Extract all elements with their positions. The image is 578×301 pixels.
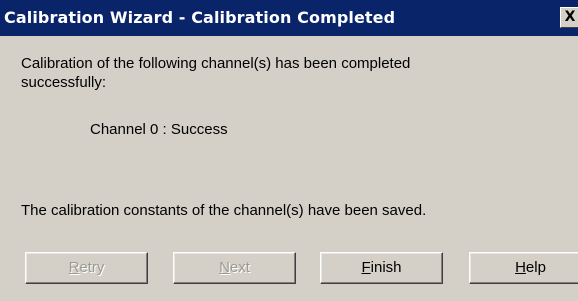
- title-bar[interactable]: Calibration Wizard - Calibration Complet…: [0, 0, 578, 36]
- retry-accelerator: R: [68, 259, 80, 276]
- next-label: ext: [229, 259, 250, 276]
- next-button[interactable]: Next: [173, 252, 296, 284]
- retry-label: etry: [79, 259, 105, 276]
- saved-message: The calibration constants of the channel…: [21, 202, 427, 219]
- close-icon: X: [564, 9, 576, 25]
- next-accelerator: N: [219, 259, 230, 276]
- help-button[interactable]: Help: [469, 252, 578, 284]
- help-accelerator: H: [515, 259, 526, 276]
- completion-message-line1: Calibration of the following channel(s) …: [21, 55, 411, 72]
- channel-status: Channel 0 : Success: [90, 121, 228, 138]
- window-title: Calibration Wizard - Calibration Complet…: [4, 8, 396, 27]
- finish-accelerator: F: [361, 259, 371, 276]
- calibration-wizard-dialog: Calibration Wizard - Calibration Complet…: [0, 0, 578, 301]
- close-button[interactable]: X: [560, 7, 578, 28]
- help-label: elp: [525, 259, 546, 276]
- completion-message-line2: successfully:: [21, 74, 107, 91]
- finish-button[interactable]: Finish: [320, 252, 443, 284]
- retry-button[interactable]: Retry: [25, 252, 148, 284]
- finish-label: inish: [370, 259, 402, 276]
